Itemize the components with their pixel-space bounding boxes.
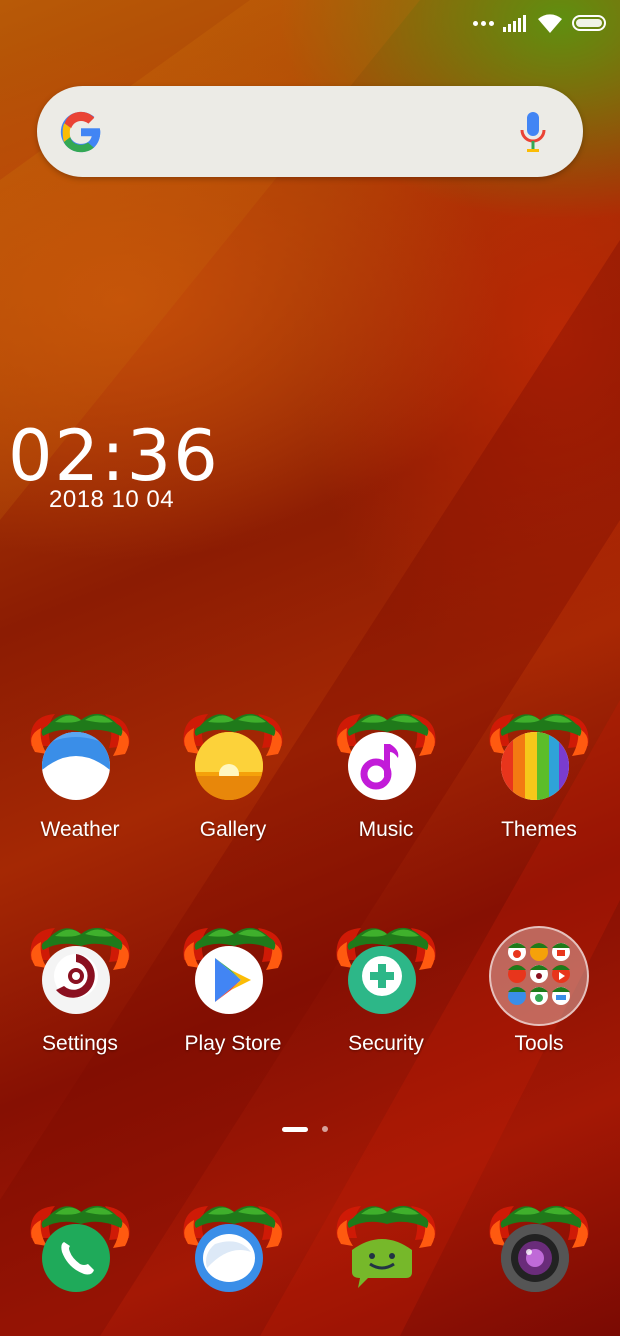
clock-time[interactable]: 02:36: [8, 416, 220, 496]
app-weather[interactable]: Weather: [4, 706, 156, 842]
wallpaper: [0, 0, 620, 1336]
page-indicator-dot: [322, 1126, 328, 1132]
app-security[interactable]: Security: [310, 920, 462, 1056]
app-themes[interactable]: Themes: [463, 706, 615, 842]
app-label: Security: [348, 1032, 424, 1055]
app-play-store[interactable]: Play Store: [157, 920, 309, 1056]
dock-messages[interactable]: [157, 1198, 309, 1298]
messages-icon: [195, 1224, 263, 1292]
page-indicator[interactable]: [282, 1126, 328, 1132]
microphone-icon[interactable]: [519, 110, 547, 154]
camera-icon: [501, 1224, 569, 1292]
battery-icon: [572, 15, 606, 31]
app-label: Themes: [501, 818, 577, 841]
weather-icon: [42, 732, 110, 800]
clock-date: 2018 10 04: [49, 486, 175, 513]
dock-android[interactable]: [310, 1198, 462, 1298]
play-store-icon: [195, 946, 263, 1014]
google-g-icon: [60, 111, 101, 153]
status-bar: [473, 10, 606, 36]
app-label: Weather: [40, 818, 120, 841]
app-music[interactable]: Music: [310, 706, 462, 842]
settings-icon: [42, 946, 110, 1014]
app-settings[interactable]: Settings: [4, 920, 156, 1056]
page-indicator-active: [282, 1126, 308, 1132]
folder-icon: [489, 926, 589, 1026]
themes-icon: [501, 732, 569, 800]
gallery-icon: [195, 732, 263, 800]
wifi-icon: [538, 14, 562, 33]
phone-icon: [42, 1224, 110, 1292]
folder-tools[interactable]: Tools: [463, 924, 615, 1056]
dock-camera[interactable]: [463, 1198, 615, 1298]
dock-phone[interactable]: [4, 1198, 156, 1298]
app-label: Play Store: [184, 1032, 282, 1055]
google-search-bar[interactable]: [37, 86, 583, 177]
music-icon: [348, 732, 416, 800]
app-label: Music: [358, 818, 414, 841]
app-gallery[interactable]: Gallery: [157, 706, 309, 842]
app-label: Tools: [514, 1032, 564, 1055]
android-icon: [348, 1224, 416, 1292]
app-label: Gallery: [199, 818, 267, 841]
cell-signal-icon: [503, 15, 526, 32]
notification-dots-icon: [473, 20, 494, 26]
app-label: Settings: [42, 1032, 118, 1055]
security-icon: [348, 946, 416, 1014]
